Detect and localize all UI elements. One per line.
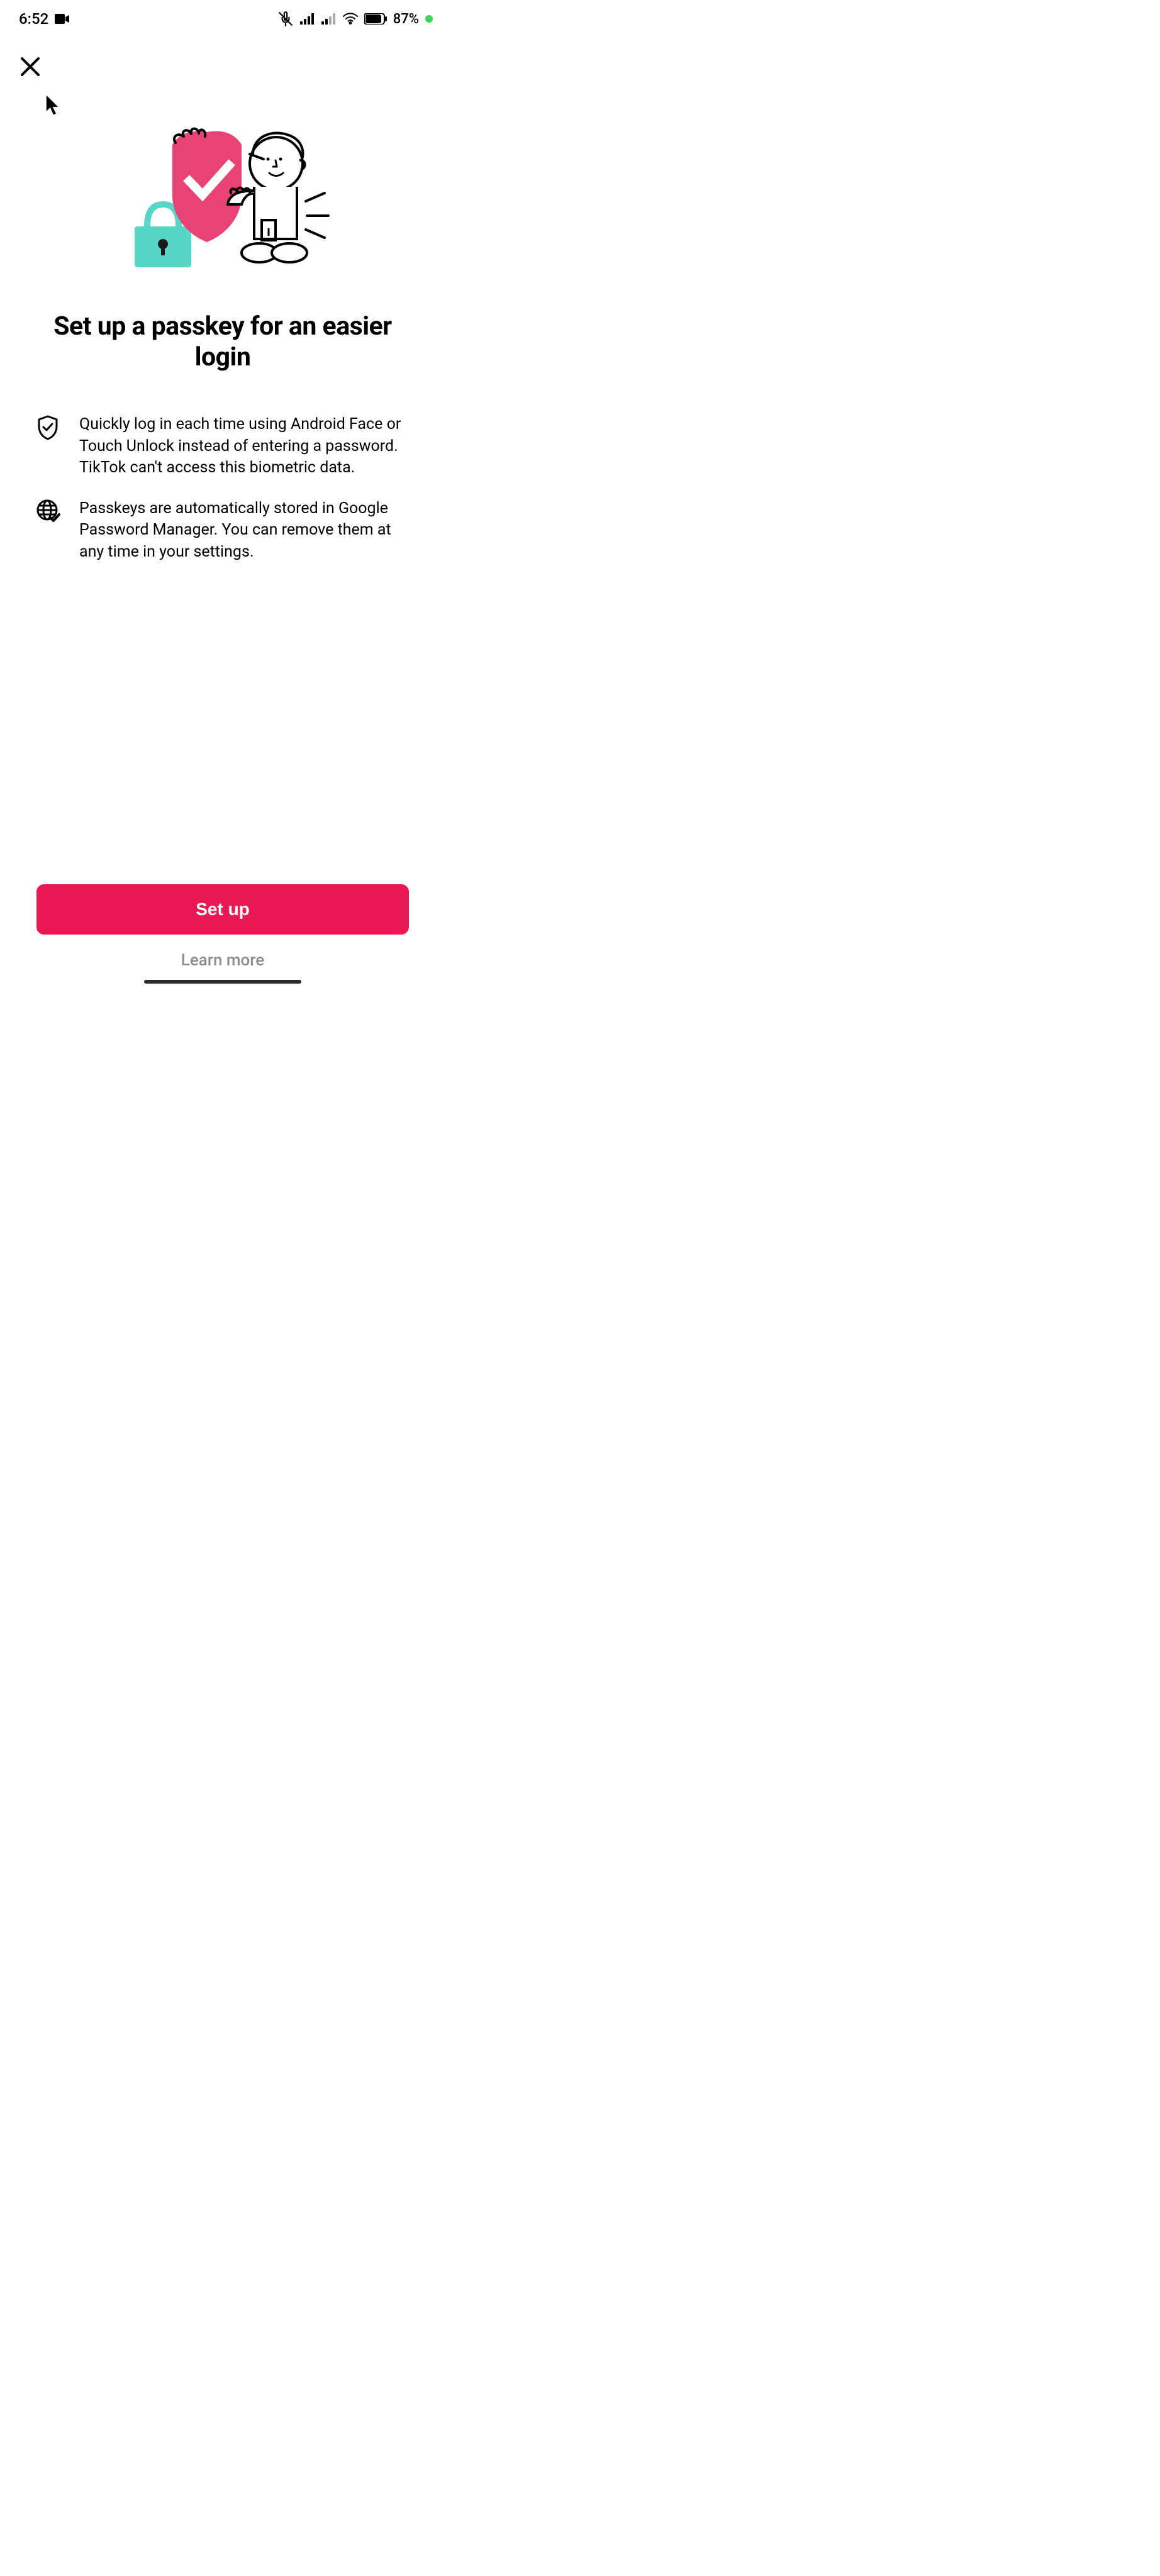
- wifi-icon: [343, 13, 358, 25]
- battery-text: 87%: [393, 11, 419, 27]
- home-indicator[interactable]: [144, 980, 301, 984]
- feature-text: Passkeys are automatically stored in Goo…: [79, 498, 409, 564]
- bottom-actions: Set up Learn more: [36, 884, 409, 970]
- page-title: Set up a passkey for an easier login: [36, 311, 409, 373]
- close-button[interactable]: [19, 55, 42, 80]
- privacy-indicator-dot: [425, 15, 433, 23]
- signal-icon-1: [300, 13, 315, 25]
- mute-icon: [277, 11, 294, 27]
- feature-text: Quickly log in each time using Android F…: [79, 414, 409, 479]
- feature-list: Quickly log in each time using Android F…: [36, 414, 409, 582]
- battery-icon: [364, 13, 387, 25]
- main-content: Set up a passkey for an easier login Qui…: [0, 38, 445, 582]
- feature-item: Passkeys are automatically stored in Goo…: [36, 498, 409, 564]
- feature-item: Quickly log in each time using Android F…: [36, 414, 409, 479]
- status-time: 6:52: [19, 10, 48, 28]
- status-left: 6:52: [19, 10, 70, 28]
- status-right: 87%: [277, 11, 433, 27]
- signal-icon-2: [321, 13, 337, 25]
- learn-more-link[interactable]: Learn more: [36, 951, 409, 970]
- video-icon: [55, 10, 70, 28]
- globe-check-icon: [36, 498, 59, 564]
- shield-check-icon: [36, 414, 59, 479]
- passkey-illustration: [116, 123, 330, 267]
- setup-button[interactable]: Set up: [36, 884, 409, 935]
- status-bar: 6:52 87%: [0, 0, 445, 38]
